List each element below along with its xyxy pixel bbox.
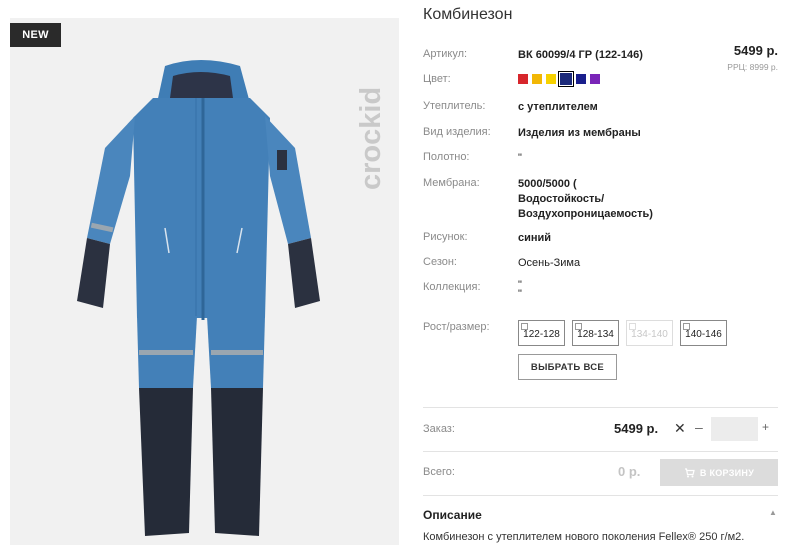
size-checkbox-icon: [629, 323, 636, 330]
divider: [423, 407, 778, 408]
spec-value-collection-line: ": [518, 288, 522, 300]
spec-value-membrane-line: 5000/5000 (: [518, 178, 577, 190]
quantity-decrease-button[interactable]: –: [695, 419, 703, 435]
spec-value-fabric: ": [518, 152, 522, 164]
spec-label-season: Сезон:: [423, 256, 457, 268]
size-option-140-146[interactable]: 140-146: [680, 320, 727, 346]
spec-value-membrane-line: Воздухопроницаемость): [518, 208, 653, 220]
crockid-logo: crockid: [355, 87, 387, 190]
product-image-overall: [77, 60, 320, 536]
product-rrp: РРЦ: 8999 р.: [727, 62, 778, 72]
product-image-panel[interactable]: NEW crockid: [10, 18, 399, 545]
order-price: 5499 р.: [614, 421, 659, 436]
spec-label-fabric: Полотно:: [423, 151, 470, 163]
spec-label-membrane: Мембрана:: [423, 177, 480, 189]
size-option-128-134[interactable]: 128-134: [572, 320, 619, 346]
cart-icon: [684, 467, 695, 477]
size-checkbox-icon: [683, 323, 690, 330]
select-all-sizes-button[interactable]: ВЫБРАТЬ ВСЕ: [518, 354, 617, 380]
spec-value-product-type: Изделия из мембраны: [518, 127, 641, 139]
size-checkbox-icon: [575, 323, 582, 330]
color-swatch-red[interactable]: [518, 74, 528, 84]
divider: [423, 451, 778, 452]
size-option-label: 122-128: [523, 329, 560, 340]
spec-value-season: Осень-Зима: [518, 257, 581, 269]
quantity-increase-button[interactable]: +: [762, 420, 769, 434]
total-label: Всего:: [423, 466, 455, 478]
collapse-chevron-icon[interactable]: ▲: [769, 508, 777, 517]
size-options: 122-128 128-134 134-140 140-146: [518, 320, 727, 346]
spec-label-article: Артикул:: [423, 48, 468, 60]
description-text: Комбинезон с утеплителем нового поколени…: [423, 531, 745, 543]
spec-value-article: ВК 60099/4 ГР (122-146): [518, 49, 643, 61]
size-option-label: 140-146: [685, 329, 722, 340]
spec-label-pattern: Рисунок:: [423, 231, 468, 243]
color-swatch-yellow[interactable]: [546, 74, 556, 84]
size-option-label: 128-134: [577, 329, 614, 340]
new-badge: NEW: [10, 23, 61, 47]
spec-label-color: Цвет:: [423, 73, 451, 85]
spec-value-membrane-line: Водостойкость/: [518, 193, 605, 205]
color-swatch-orange[interactable]: [532, 74, 542, 84]
spec-value-pattern: синий: [518, 232, 552, 244]
size-option-134-140[interactable]: 134-140: [626, 320, 673, 346]
add-to-cart-button[interactable]: В КОРЗИНУ: [660, 459, 778, 486]
color-swatch-purple[interactable]: [590, 74, 600, 84]
clear-order-icon[interactable]: ✕: [674, 420, 686, 437]
spec-value-insulation: с утеплителем: [518, 101, 598, 113]
divider: [423, 495, 778, 496]
add-to-cart-label: В КОРЗИНУ: [699, 467, 755, 478]
quantity-input[interactable]: [711, 417, 758, 441]
color-swatch-blue[interactable]: [576, 74, 586, 84]
color-swatch-navy-selected[interactable]: [558, 71, 574, 87]
size-option-122-128[interactable]: 122-128: [518, 320, 565, 346]
svg-text:crockid: crockid: [355, 87, 387, 190]
total-value: 0 р.: [618, 464, 641, 479]
spec-value-membrane: 5000/5000 ( Водостойкость/ Воздухопрониц…: [518, 177, 653, 222]
spec-label-collection: Коллекция:: [423, 281, 481, 293]
product-title: Комбинезон: [423, 6, 513, 23]
size-option-label: 134-140: [631, 329, 668, 340]
size-checkbox-icon: [521, 323, 528, 330]
spec-label-insulation: Утеплитель:: [423, 100, 486, 112]
size-label: Рост/размер:: [423, 321, 490, 333]
spec-value-collection: " ": [518, 280, 522, 300]
color-swatches: [518, 71, 600, 87]
product-price: 5499 р.: [733, 43, 778, 58]
order-label: Заказ:: [423, 423, 455, 435]
spec-label-product-type: Вид изделия:: [423, 126, 491, 138]
description-title[interactable]: Описание: [423, 508, 482, 522]
